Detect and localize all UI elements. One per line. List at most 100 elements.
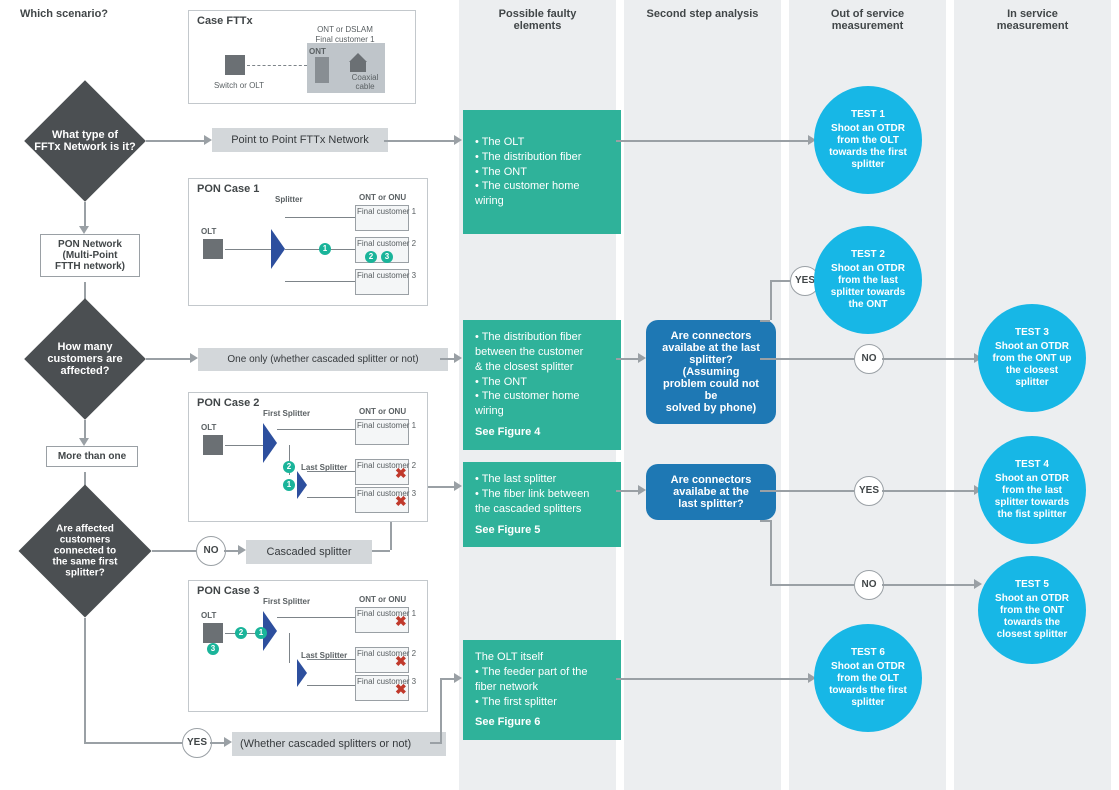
faulty-3-see: See Figure 5 [475,523,609,538]
fiber-line [225,445,263,446]
conn [84,742,182,744]
conn [770,280,772,320]
conn [882,584,974,586]
case-fttx: Case FTTx ONT or DSLAM Final customer 1 … [188,10,416,104]
fiber-line [277,617,355,618]
conn [152,550,196,552]
hdr-out: Out of service measurement [789,8,946,32]
decision-same-splitter-label: Are affected customers connected to the … [33,524,137,579]
test-2-body: Shoot an OTDR from the last splitter tow… [831,263,905,310]
faulty-1: • The OLT • The distribution fiber • The… [463,110,621,234]
faulty-3-text: • The last splitter • The fiber link bet… [475,472,609,517]
label: Final customer 2 [357,461,416,470]
faulty-4-text: The OLT itself • The feeder part of the … [475,650,609,709]
test-2-title: TEST 2 [831,249,905,261]
conn [760,490,854,492]
fiber-line [225,249,271,250]
marker-icon: 1 [283,479,295,491]
faulty-3: • The last splitter • The fiber link bet… [463,462,621,547]
label: Final customer 3 [357,489,416,498]
olt-icon [203,435,223,455]
splitter-icon [297,471,307,499]
olt-icon [225,55,245,75]
conn [440,358,454,360]
test-3: TEST 3Shoot an OTDR from the ONT up the … [978,304,1086,412]
olt-icon [203,239,223,259]
marker-icon: 3 [207,643,219,655]
label: Final customer 1 [357,421,416,430]
test-6-body: Shoot an OTDR from the OLT towards the f… [829,661,907,708]
label: Splitter [275,195,303,204]
label: Coaxial cable [345,73,385,91]
faulty-2-see: See Figure 4 [475,425,609,440]
conn [770,520,772,584]
flowchart: Which scenario? Possible faulty elements… [0,0,1119,790]
conn [372,550,390,552]
conn [146,140,204,142]
fiber-line [285,281,355,282]
conn [146,358,190,360]
conn [440,678,442,742]
hdr-second: Second step analysis [624,8,781,20]
test-4-title: TEST 4 [995,459,1069,471]
label: First Splitter [263,409,310,418]
branch-no: NO [854,570,884,600]
conn [616,678,808,680]
branch-no: NO [196,536,226,566]
conn [882,358,974,360]
house-body-icon [350,62,366,72]
branch-one-only: One only (whether cascaded splitter or n… [198,348,448,371]
arrow-icon [454,673,462,683]
label: ONT or ONU [359,595,406,604]
label: Final customer 3 [357,677,416,686]
faulty-2-text: • The distribution fiber between the cus… [475,330,609,419]
conn [210,742,224,744]
case-pon2-title: PON Case 2 [197,397,259,409]
decision-network-type: What type of FFTx Network is it? [24,80,146,202]
label: Final customer 2 [357,239,416,248]
second-step-2: Are connectors availabe at the last spli… [646,464,776,520]
branch-cascaded: Cascaded splitter [246,540,372,564]
splitter-icon [263,423,277,463]
faulty-2: • The distribution fiber between the cus… [463,320,621,450]
faulty-4: The OLT itself • The feeder part of the … [463,640,621,740]
arrow-icon [190,353,198,363]
test-1: TEST 1Shoot an OTDR from the OLT towards… [814,86,922,194]
branch-pon-network: PON Network (Multi-Point FTTH network) [40,234,140,277]
marker-icon: 1 [255,627,267,639]
arrow-icon [638,485,646,495]
case-pon2: PON Case 2 First Splitter ONT or ONU OLT… [188,392,428,522]
branch-no: NO [854,344,884,374]
hdr-in: In service measurement [954,8,1111,32]
branch-whether: (Whether cascaded splitters or not) [232,732,446,756]
label: ONT or ONU [359,407,406,416]
case-fttx-title: Case FTTx [197,15,253,27]
hdr-scenario: Which scenario? [20,8,170,20]
fiber-line [289,633,290,663]
test-5: TEST 5Shoot an OTDR from the ONT towards… [978,556,1086,664]
branch-p2p: Point to Point FTTx Network [212,128,388,152]
conn [760,320,770,322]
fault-icon: ✖ [395,653,407,670]
faulty-1-text: • The OLT • The distribution fiber • The… [475,135,609,209]
fiber-line [285,217,355,218]
fault-icon: ✖ [395,613,407,630]
second-step-1: Are connectors availabe at the last spli… [646,320,776,424]
hdr-faulty: Possible faulty elements [459,8,616,32]
olt-icon [203,623,223,643]
conn [384,140,454,142]
splitter-icon [297,659,307,687]
label: OLT [201,423,216,432]
test-3-title: TEST 3 [993,327,1072,339]
faulty-4-see: See Figure 6 [475,715,609,730]
ont-icon [315,57,329,83]
test-4: TEST 4Shoot an OTDR from the last splitt… [978,436,1086,544]
label: Final customer 1 [357,207,416,216]
conn [84,618,86,742]
conn [616,140,808,142]
conn [440,678,454,680]
marker-icon: 3 [381,251,393,263]
label: First Splitter [263,597,310,606]
arrow-icon [79,438,89,446]
decision-customers-affected-label: How many customers are affected? [30,341,140,377]
